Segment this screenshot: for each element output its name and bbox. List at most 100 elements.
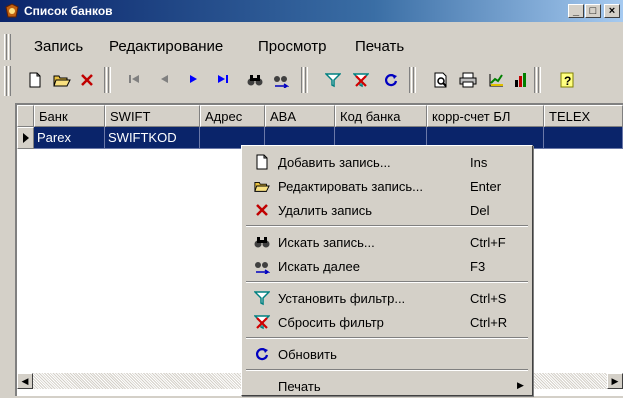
- menu-item-shortcut: Ctrl+S: [470, 291, 507, 306]
- toolbar-separator: [413, 67, 416, 93]
- menu-edit-record[interactable]: Редактировать запись... Enter: [244, 174, 530, 198]
- clear-filter-button[interactable]: [350, 68, 372, 92]
- find-record-icon: [254, 237, 270, 248]
- close-button[interactable]: ×: [604, 4, 620, 18]
- current-row-arrow-icon: [23, 133, 29, 143]
- preview-button[interactable]: [430, 68, 452, 92]
- menu-clear-filter[interactable]: Сбросить фильтр Ctrl+R: [244, 310, 530, 334]
- bar-chart-button[interactable]: [510, 68, 532, 92]
- filter-button[interactable]: [322, 68, 344, 92]
- help-button[interactable]: ?: [556, 68, 578, 92]
- chart-button[interactable]: [485, 68, 507, 92]
- window-title: Список банков: [24, 4, 113, 18]
- menu-find-record[interactable]: Искать запись... Ctrl+F: [244, 230, 530, 254]
- refresh-icon: [384, 74, 398, 87]
- set-filter-icon: [254, 291, 270, 306]
- scroll-right-button[interactable]: ▶: [607, 373, 623, 389]
- menu-print-submenu[interactable]: Печать ▶: [244, 374, 530, 398]
- scroll-left-button[interactable]: ◀: [17, 373, 33, 389]
- menu-refresh[interactable]: Обновить: [244, 342, 530, 366]
- print-icon: [459, 72, 477, 88]
- next-record-button[interactable]: [184, 68, 206, 92]
- last-record-button[interactable]: [213, 68, 235, 92]
- minimize-button[interactable]: _: [568, 4, 584, 18]
- menu-item-shortcut: Ins: [470, 155, 488, 170]
- menu-item-shortcut: F3: [470, 259, 486, 274]
- find-button[interactable]: [244, 68, 266, 92]
- delete-record-icon: [256, 204, 268, 216]
- menu-set-filter[interactable]: Установить фильтр... Ctrl+S: [244, 286, 530, 310]
- bank-list-window: Список банков _ □ × Запись Редактировани…: [0, 0, 623, 396]
- column-header-swift[interactable]: SWIFT: [105, 105, 200, 127]
- column-header-bank-code[interactable]: Код банка: [335, 105, 427, 127]
- column-header-address[interactable]: Адрес: [200, 105, 265, 127]
- toolbar-separator: [534, 67, 537, 93]
- menu-separator: [246, 225, 528, 227]
- menu-edit[interactable]: Редактирование: [109, 38, 223, 55]
- column-header-corr-account[interactable]: корр-счет БЛ: [427, 105, 544, 127]
- menu-item-shortcut: Ctrl+R: [470, 315, 508, 330]
- refresh-button[interactable]: [380, 68, 402, 92]
- refresh-icon: [255, 348, 269, 361]
- menu-item-label: Редактировать запись...: [278, 179, 424, 194]
- menu-print[interactable]: Печать: [355, 38, 404, 55]
- toolbar: ?: [0, 64, 623, 98]
- filter-icon: [325, 73, 341, 88]
- toolbar-grip[interactable]: [4, 66, 7, 96]
- delete-button[interactable]: [76, 68, 98, 92]
- preview-icon: [434, 72, 447, 88]
- row-indicator[interactable]: [17, 127, 34, 149]
- menu-record[interactable]: Запись: [34, 38, 83, 55]
- chart-icon: [489, 74, 503, 87]
- menu-separator: [246, 281, 528, 283]
- first-record-icon: [129, 75, 139, 83]
- submenu-arrow-icon: ▶: [517, 380, 524, 390]
- find-next-icon: [274, 76, 289, 88]
- menu-find-next[interactable]: Искать далее F3: [244, 254, 530, 278]
- open-button[interactable]: [50, 68, 72, 92]
- column-header-bank[interactable]: Банк: [34, 105, 105, 127]
- maximize-button[interactable]: □: [585, 4, 601, 18]
- cell-bank[interactable]: Parex: [34, 127, 105, 149]
- menu-separator: [246, 337, 528, 339]
- next-record-icon: [190, 75, 197, 83]
- cell-telex[interactable]: [544, 127, 623, 149]
- menu-item-shortcut: Enter: [470, 179, 502, 194]
- toolbar-separator: [104, 67, 107, 93]
- menu-item-label: Добавить запись...: [278, 155, 391, 170]
- clear-filter-icon: [353, 73, 369, 88]
- menu-item-shortcut: Ctrl+F: [470, 235, 506, 250]
- prev-record-icon: [161, 75, 168, 83]
- menu-delete-record[interactable]: Удалить запись Del: [244, 198, 530, 222]
- context-menu: Добавить запись... Ins Редактировать зап…: [241, 145, 533, 396]
- find-icon: [247, 75, 263, 86]
- column-header-aba[interactable]: ABA: [265, 105, 335, 127]
- menu-add-record[interactable]: Добавить запись... Ins: [244, 150, 530, 174]
- menu-item-label: Сбросить фильтр: [278, 315, 384, 330]
- toolbar-separator: [305, 67, 308, 93]
- find-next-icon: [255, 262, 270, 274]
- first-record-button[interactable]: [124, 68, 146, 92]
- menu-item-label: Обновить: [278, 347, 337, 362]
- toolbar-separator: [108, 67, 111, 93]
- new-icon: [29, 72, 41, 88]
- new-button[interactable]: [24, 68, 46, 92]
- menubar-grip[interactable]: [4, 34, 7, 60]
- cell-swift[interactable]: SWIFTKOD: [105, 127, 200, 149]
- app-icon: [5, 3, 19, 18]
- find-next-button[interactable]: [270, 68, 292, 92]
- toolbar-grip-2[interactable]: [8, 66, 11, 96]
- menu-item-label: Установить фильтр...: [278, 291, 406, 306]
- menu-item-label: Искать далее: [278, 259, 360, 274]
- prev-record-button[interactable]: [154, 68, 176, 92]
- menu-separator: [246, 369, 528, 371]
- last-record-icon: [218, 75, 228, 83]
- column-header-telex[interactable]: TELEX: [544, 105, 623, 127]
- title-bar[interactable]: Список банков _ □ ×: [0, 0, 623, 22]
- clear-filter-icon: [254, 315, 270, 330]
- menu-view[interactable]: Просмотр: [258, 38, 327, 55]
- menubar-grip-2[interactable]: [8, 34, 11, 60]
- bar-chart-icon: [515, 73, 526, 87]
- help-icon: ?: [560, 72, 574, 88]
- print-button[interactable]: [456, 68, 478, 92]
